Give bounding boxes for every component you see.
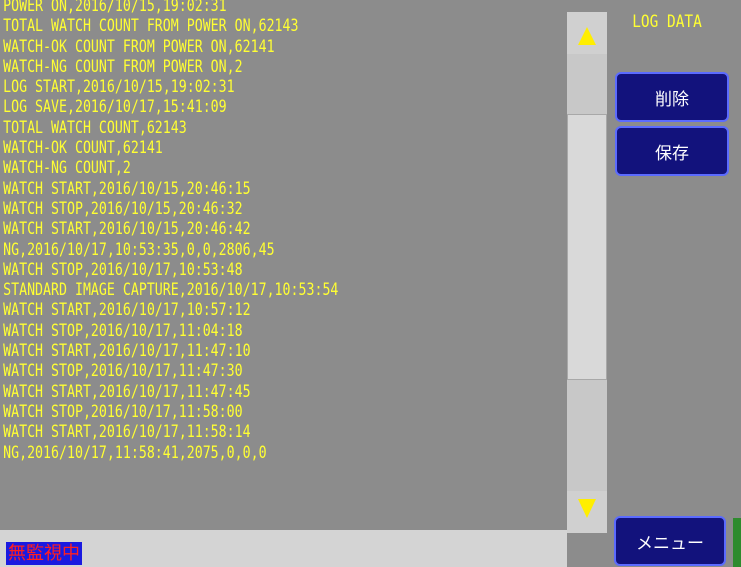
scroll-up-button[interactable] [567,12,607,54]
status-bar: 無監視中 [0,530,567,567]
log-entry: STANDARD IMAGE CAPTURE,2016/10/17,10:53:… [3,280,339,301]
edge-indicator [733,518,741,567]
menu-button[interactable]: メニュー [614,516,726,566]
log-entry: TOTAL WATCH COUNT FROM POWER ON,62143 [3,16,299,37]
scroll-down-button[interactable] [567,491,607,533]
log-entry: WATCH START,2016/10/17,10:57:12 [3,300,251,321]
log-entry: WATCH-OK COUNT FROM POWER ON,62141 [3,36,275,57]
save-button[interactable]: 保存 [615,126,729,176]
log-entry: WATCH START,2016/10/17,11:47:45 [3,381,251,402]
log-entry: NG,2016/10/17,11:58:41,2075,0,0,0 [3,442,267,463]
log-entry: WATCH-NG COUNT FROM POWER ON,2 [3,56,243,77]
scroll-thumb[interactable] [567,114,607,380]
scroll-track[interactable] [567,54,607,491]
log-entry: WATCH STOP,2016/10/17,11:04:18 [3,320,243,341]
log-entry: WATCH START,2016/10/17,11:58:14 [3,422,251,443]
log-entry: WATCH STOP,2016/10/17,11:47:30 [3,361,243,382]
log-entry: WATCH START,2016/10/17,11:47:10 [3,341,251,362]
log-entry: POWER ON,2016/10/15,19:02:31 [3,0,227,16]
log-entry: WATCH START,2016/10/15,20:46:15 [3,178,251,199]
log-entry: WATCH START,2016/10/15,20:46:42 [3,219,251,240]
log-list[interactable]: POWER ON,2016/10/15,19:02:31 TOTAL WATCH … [0,0,567,530]
log-entry: NG,2016/10/17,10:53:35,0,0,2806,45 [3,239,275,260]
log-entry: LOG SAVE,2016/10/17,15:41:09 [3,97,227,118]
triangle-down-icon [578,499,596,518]
log-entry: WATCH STOP,2016/10/17,10:53:48 [3,259,243,280]
log-entry: WATCH STOP,2016/10/17,11:58:00 [3,401,243,422]
log-scrollbar[interactable] [567,0,607,567]
panel-title: LOG DATA [632,12,702,32]
delete-button[interactable]: 削除 [615,72,729,122]
side-panel: LOG DATA 削除 保存 メニュー [607,0,741,567]
log-entry: LOG START,2016/10/15,19:02:31 [3,77,235,98]
monitoring-status: 無監視中 [6,542,82,565]
log-entry: WATCH STOP,2016/10/15,20:46:32 [3,198,243,219]
triangle-up-icon [578,27,596,45]
log-entry: WATCH-OK COUNT,62141 [3,138,163,159]
log-entry: TOTAL WATCH COUNT,62143 [3,117,187,138]
log-entry: WATCH-NG COUNT,2 [3,158,131,179]
